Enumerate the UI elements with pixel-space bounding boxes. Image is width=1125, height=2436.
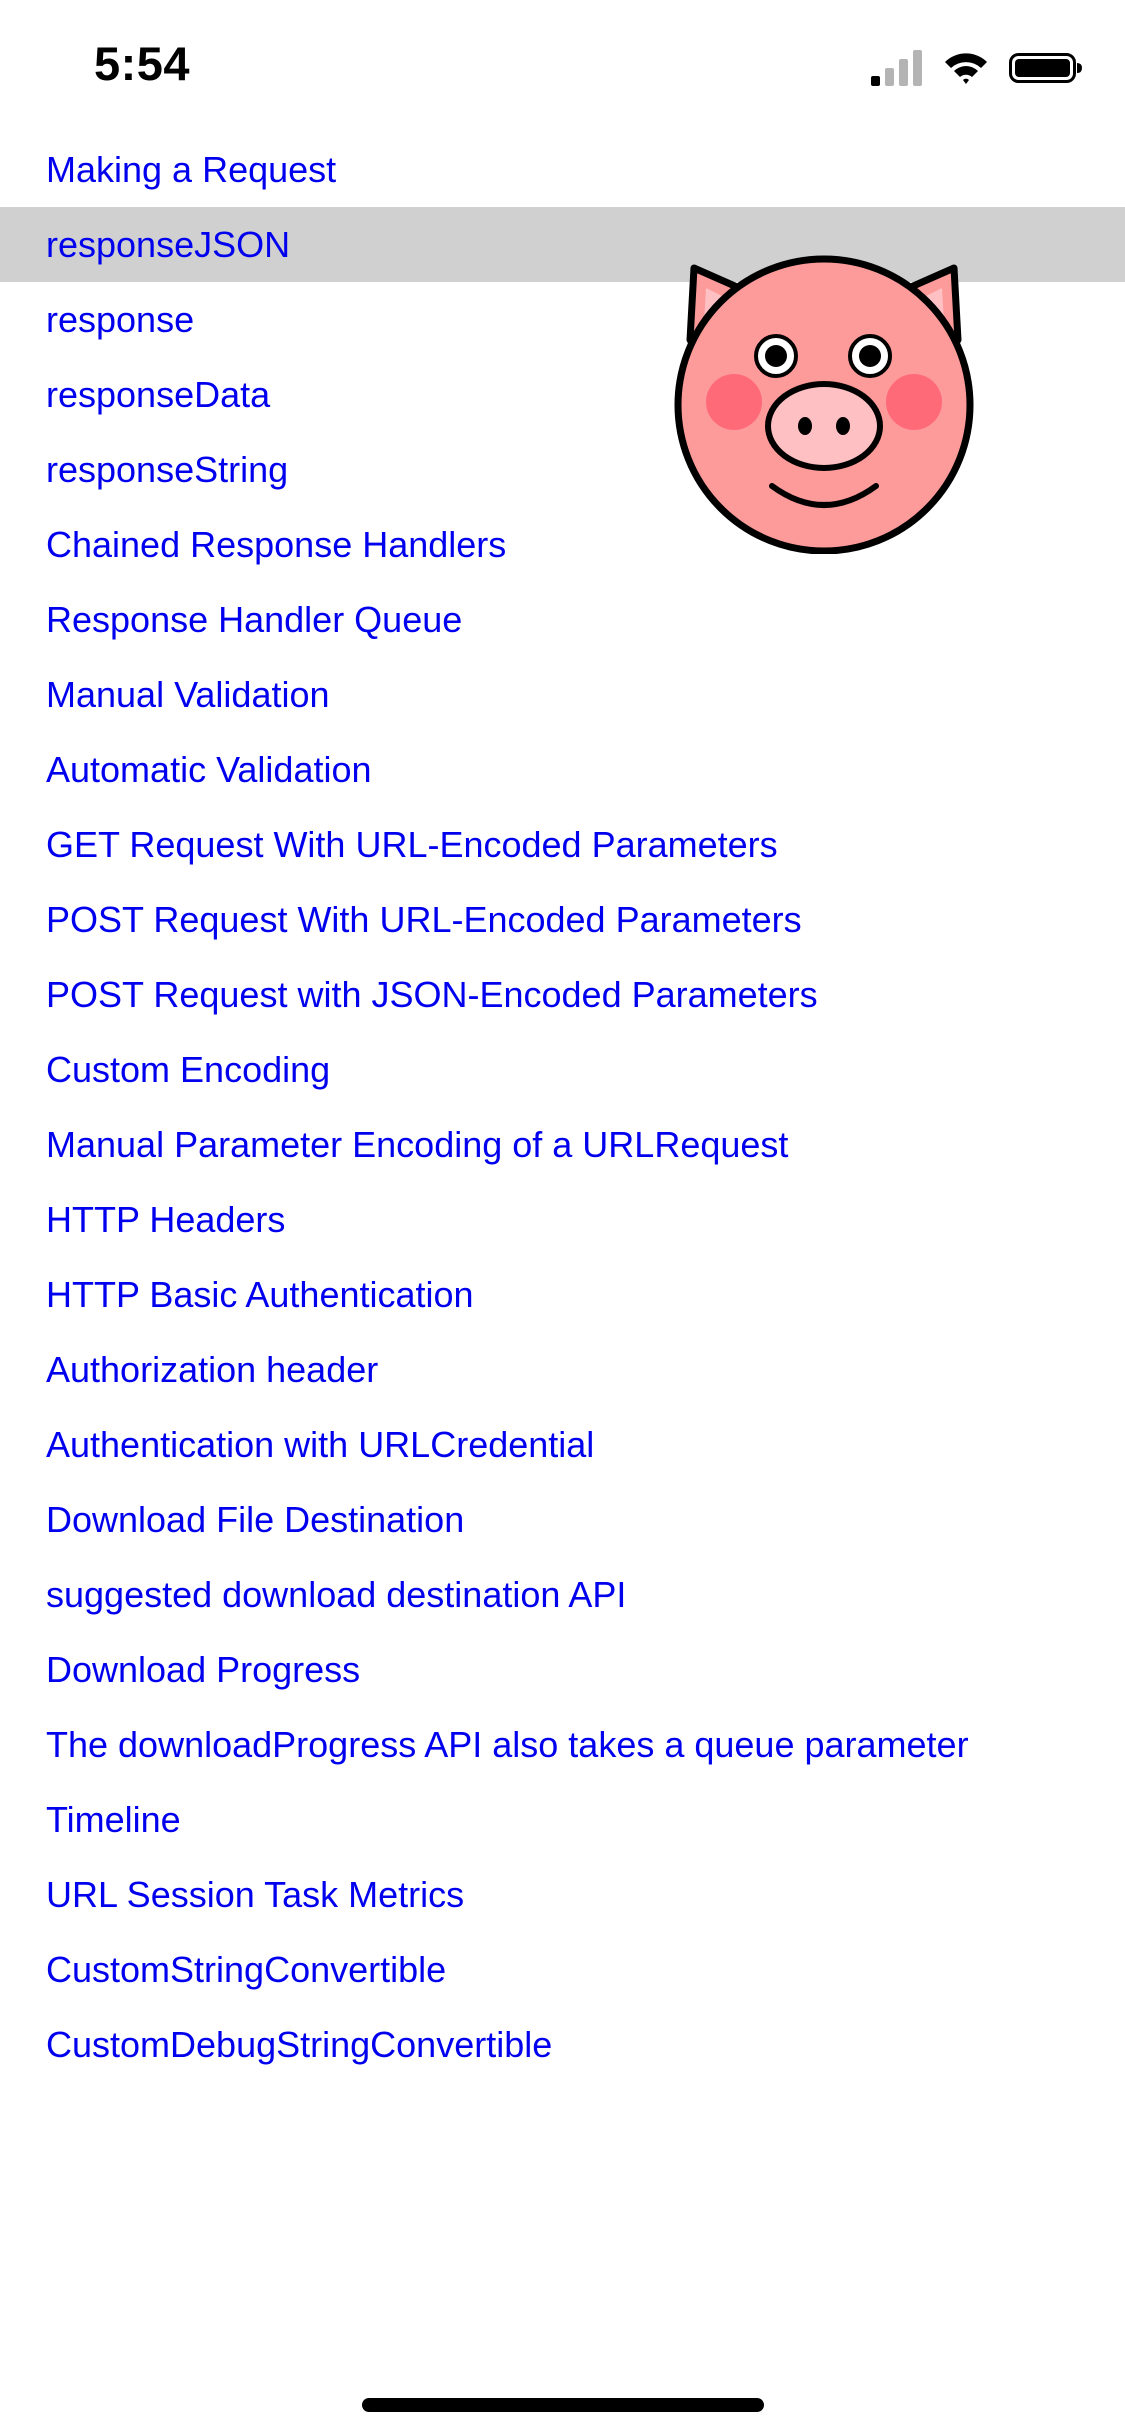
menu-item[interactable]: Timeline [0,1782,1125,1857]
wifi-icon [945,53,987,84]
menu-item[interactable]: POST Request with JSON-Encoded Parameter… [0,957,1125,1032]
menu-item[interactable]: Download File Destination [0,1482,1125,1557]
menu-item[interactable]: Authorization header [0,1332,1125,1407]
status-bar: 5:54 [0,0,1125,132]
menu-item[interactable]: Manual Validation [0,657,1125,732]
menu-item[interactable]: Making a Request [0,132,1125,207]
menu-item[interactable]: CustomDebugStringConvertible [0,2007,1125,2082]
menu-item[interactable]: HTTP Headers [0,1182,1125,1257]
menu-item[interactable]: HTTP Basic Authentication [0,1257,1125,1332]
battery-icon [1009,53,1082,83]
menu-item[interactable]: Download Progress [0,1632,1125,1707]
menu-item[interactable]: The downloadProgress API also takes a qu… [0,1707,1125,1782]
menu-item[interactable]: CustomStringConvertible [0,1932,1125,2007]
menu-item[interactable]: Authentication with URLCredential [0,1407,1125,1482]
menu-item[interactable]: POST Request With URL-Encoded Parameters [0,882,1125,957]
menu-item[interactable]: Response Handler Queue [0,582,1125,657]
menu-item[interactable]: URL Session Task Metrics [0,1857,1125,1932]
pig-face-icon [672,250,976,555]
menu-item[interactable]: Custom Encoding [0,1032,1125,1107]
menu-item[interactable]: suggested download destination API [0,1557,1125,1632]
status-time: 5:54 [94,37,191,90]
status-icons [871,48,1083,88]
home-indicator[interactable] [362,2398,764,2412]
signal-icon [871,50,922,86]
menu-item[interactable]: GET Request With URL-Encoded Parameters [0,807,1125,882]
menu-item[interactable]: Automatic Validation [0,732,1125,807]
menu-item[interactable]: Manual Parameter Encoding of a URLReques… [0,1107,1125,1182]
